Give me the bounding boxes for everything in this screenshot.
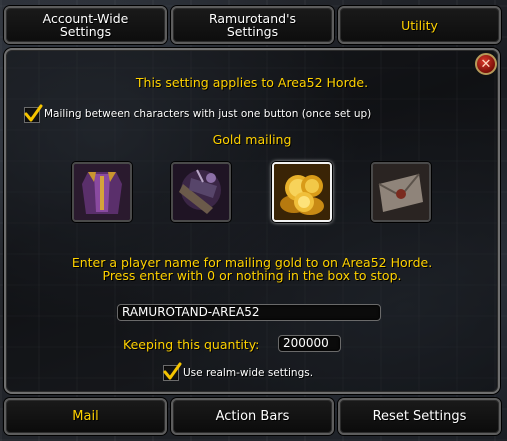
mailing-checkbox[interactable] (24, 104, 43, 123)
tab-account-wide-settings[interactable]: Account-Wide Settings (4, 6, 167, 44)
tab-utility[interactable]: Utility (338, 6, 501, 44)
action-bars-button-label: Action Bars (215, 409, 290, 424)
keeping-quantity-input[interactable]: 200000 (278, 335, 341, 352)
realm-wide-checkbox[interactable] (163, 362, 182, 381)
mailing-checkbox-label: Mailing between characters with just one… (44, 108, 372, 120)
mail-button[interactable]: Mail (4, 398, 167, 435)
realm-wide-checkbox-label: Use realm-wide settings. (183, 367, 314, 379)
tab-character-settings[interactable]: Ramurotand's Settings (171, 6, 334, 44)
mail-button-label: Mail (72, 409, 99, 424)
instructions-line-2: Press enter with 0 or nothing in the box… (102, 268, 402, 283)
tab-label: Ramurotand's Settings (208, 11, 297, 39)
recipient-name-input[interactable]: RAMUROTAND-AREA52 (117, 304, 381, 321)
keeping-quantity-label: Keeping this quantity: (123, 337, 260, 352)
dark-bundle-icon[interactable] (171, 162, 231, 222)
checkmark-icon (24, 104, 43, 122)
reset-settings-button[interactable]: Reset Settings (338, 398, 501, 435)
tab-label: Utility (401, 17, 438, 33)
tab-label: Account-Wide Settings (42, 11, 129, 39)
gold-coins-icon[interactable] (272, 162, 332, 222)
envelope-icon[interactable] (371, 162, 431, 222)
checkmark-icon (163, 362, 182, 380)
purple-tabard-icon[interactable] (72, 162, 132, 222)
action-bars-button[interactable]: Action Bars (171, 398, 334, 435)
gold-mailing-title: Gold mailing (212, 132, 292, 147)
reset-settings-button-label: Reset Settings (372, 409, 467, 424)
close-icon[interactable]: ✕ (475, 53, 497, 75)
realm-note: This setting applies to Area52 Horde. (135, 75, 369, 90)
